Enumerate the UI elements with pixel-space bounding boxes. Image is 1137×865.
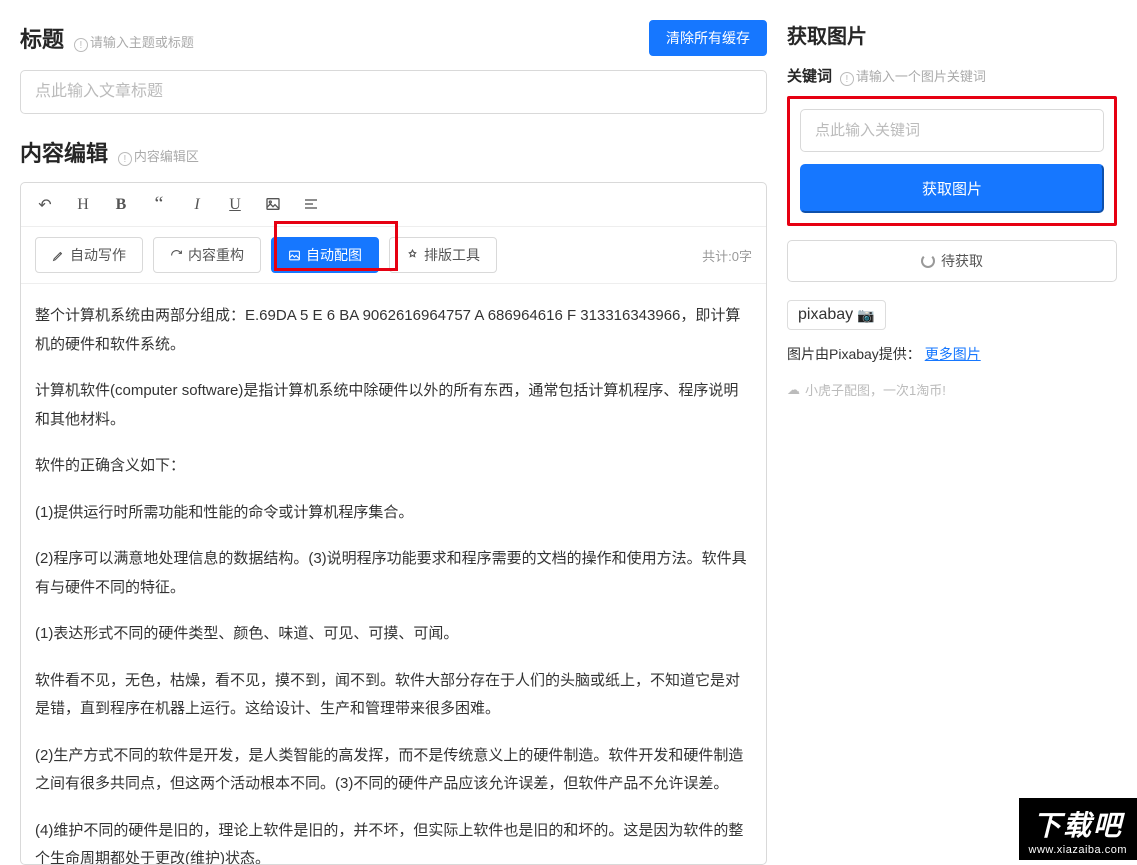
content-paragraph: (2)生产方式不同的软件是开发，是人类智能的高发挥，而不是传统意义上的硬件制造。… (35, 742, 752, 799)
content-paragraph: 软件的正确含义如下： (35, 452, 752, 481)
underline-icon[interactable]: U (225, 196, 245, 214)
content-paragraph: 软件看不见，无色，枯燥，看不见，摸不到，闻不到。软件大部分存在于人们的头脑或纸上… (35, 667, 752, 724)
content-paragraph: (2)程序可以满意地处理信息的数据结构。(3)说明程序功能要求和程序需要的文档的… (35, 545, 752, 602)
pixabay-badge: pixabay 📷 (787, 300, 886, 330)
content-edit-hint: !内容编辑区 (118, 149, 199, 164)
fetch-image-button[interactable]: 获取图片 (800, 164, 1104, 213)
keyword-highlight-box: 获取图片 (787, 96, 1117, 226)
editor-box: ↶ H B “ I U 自动写作 内 (20, 182, 767, 865)
article-title-input[interactable] (20, 70, 767, 114)
camera-icon: 📷 (857, 307, 874, 324)
watermark: 下载吧 www.xiazaiba.com (1019, 798, 1137, 860)
content-paragraph: 整个计算机系统由两部分组成：E.69DA 5 E 6 BA 9062616964… (35, 302, 752, 359)
right-panel: 获取图片 关键词 !请输入一个图片关键词 获取图片 待获取 pixabay 📷 … (787, 20, 1117, 860)
title-hint: !请输入主题或标题 (74, 35, 194, 50)
word-count: 共计:0字 (702, 246, 752, 265)
auto-image-button[interactable]: 自动配图 (271, 237, 379, 273)
italic-icon[interactable]: I (187, 196, 207, 214)
fetch-image-title: 获取图片 (787, 20, 1117, 49)
keyword-hint: !请输入一个图片关键词 (840, 69, 986, 84)
auto-write-button[interactable]: 自动写作 (35, 237, 143, 273)
clear-cache-button[interactable]: 清除所有缓存 (649, 20, 767, 56)
cloud-icon: ☁ (787, 382, 800, 398)
content-paragraph: 计算机软件(computer software)是指计算机系统中除硬件以外的所有… (35, 377, 752, 434)
format-toolbar: ↶ H B “ I U (21, 183, 766, 227)
info-icon: ! (74, 38, 88, 52)
align-left-icon[interactable] (301, 196, 321, 214)
content-section-header: 内容编辑 !内容编辑区 (20, 136, 767, 168)
footer-note: ☁ 小虎子配图，一次1淘币! (787, 380, 1117, 399)
undo-icon[interactable]: ↶ (35, 195, 55, 215)
image-icon[interactable] (263, 196, 283, 214)
watermark-text: 下载吧 (1019, 798, 1137, 844)
keyword-label: 关键词 (787, 68, 832, 85)
content-edit-label: 内容编辑 (20, 141, 108, 166)
layout-tool-button[interactable]: 排版工具 (389, 237, 497, 273)
action-toolbar: 自动写作 内容重构 自动配图 排版工具 共计:0字 (21, 227, 766, 284)
watermark-url: www.xiazaiba.com (1019, 844, 1137, 860)
content-paragraph: (1)表达形式不同的硬件类型、颜色、味道、可见、可摸、可闻。 (35, 620, 752, 649)
heading-icon[interactable]: H (73, 196, 93, 214)
bold-icon[interactable]: B (111, 196, 131, 214)
keyword-header: 关键词 !请输入一个图片关键词 (787, 65, 1117, 86)
info-icon: ! (840, 72, 854, 86)
pending-button[interactable]: 待获取 (787, 240, 1117, 282)
content-paragraph: (1)提供运行时所需功能和性能的命令或计算机程序集合。 (35, 499, 752, 528)
content-paragraph: (4)维护不同的硬件是旧的，理论上软件是旧的，并不坏，但实际上软件也是旧的和坏的… (35, 817, 752, 865)
quote-icon[interactable]: “ (149, 193, 169, 216)
keyword-input[interactable] (800, 109, 1104, 152)
title-label: 标题 (20, 27, 64, 52)
info-icon: ! (118, 152, 132, 166)
provider-line: 图片由Pixabay提供： 更多图片 (787, 344, 1117, 364)
spinner-icon (921, 254, 935, 268)
restructure-button[interactable]: 内容重构 (153, 237, 261, 273)
editor-content-area[interactable]: 整个计算机系统由两部分组成：E.69DA 5 E 6 BA 9062616964… (21, 284, 766, 864)
title-section-header: 标题 !请输入主题或标题 清除所有缓存 (20, 20, 767, 56)
left-panel: 标题 !请输入主题或标题 清除所有缓存 内容编辑 !内容编辑区 ↶ H B “ (20, 20, 767, 860)
more-images-link[interactable]: 更多图片 (925, 346, 981, 362)
